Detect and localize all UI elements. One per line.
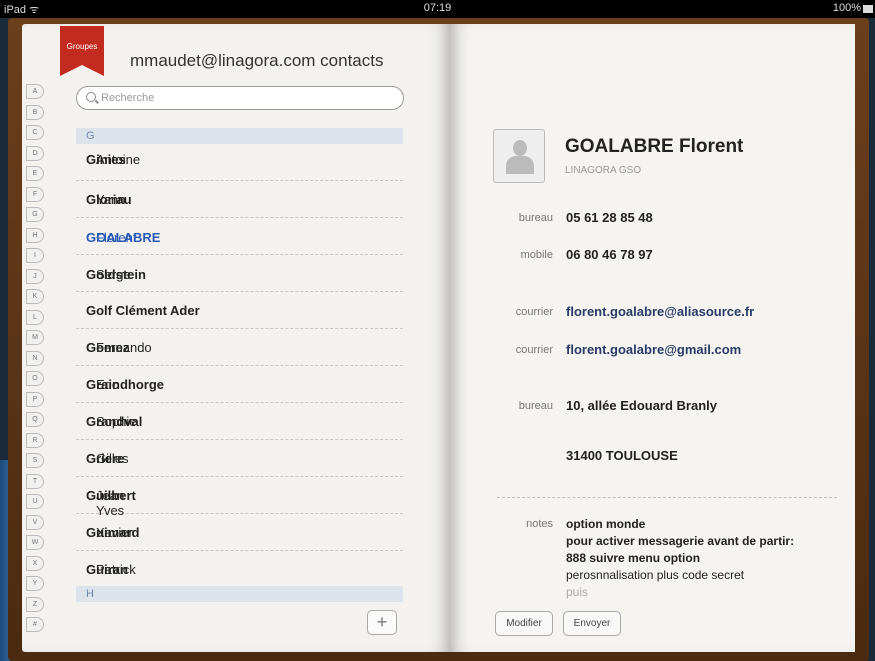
search-icon (86, 92, 96, 102)
index-letter[interactable]: M (26, 330, 44, 345)
alphabet-index[interactable]: A B C D E F G H I J K L M N O P Q R S T U V W X Y Z # (26, 84, 50, 644)
index-letter[interactable]: E (26, 166, 44, 181)
phone-value[interactable]: 05 61 28 85 48 (566, 210, 653, 225)
list-item[interactable]: Graindhorge Eric (76, 366, 403, 403)
index-letter[interactable]: V (26, 514, 44, 530)
index-letter[interactable]: O (26, 371, 44, 386)
index-letter[interactable]: Q (26, 412, 44, 427)
email-value[interactable]: florent.goalabre@aliasource.fr (566, 304, 754, 319)
index-letter[interactable]: A (26, 84, 44, 99)
list-item-selected[interactable]: GOALABRE Florent (76, 218, 403, 255)
index-letter[interactable]: B (26, 104, 44, 120)
field-label: courrier (515, 344, 553, 356)
list-item[interactable]: Golf Clément Ader (76, 292, 403, 329)
search-placeholder: Recherche (101, 92, 155, 104)
add-contact-button[interactable]: + (367, 610, 397, 635)
person-icon (513, 140, 527, 156)
index-letter[interactable]: K (26, 289, 44, 304)
index-letter[interactable]: S (26, 453, 44, 468)
status-bar: iPad ᯤ 07:19 100% (0, 0, 875, 18)
mobile-value[interactable]: 06 80 46 78 97 (566, 247, 653, 262)
index-letter[interactable]: P (26, 391, 44, 407)
field-label: bureau (518, 212, 553, 224)
email-value[interactable]: florent.goalabre@gmail.com (566, 342, 741, 357)
list-item[interactable]: Gomez Fernando (76, 329, 403, 366)
notes-text: option monde pour activer messagerie ava… (566, 517, 795, 599)
address-city[interactable]: 31400 TOULOUSE (566, 448, 678, 463)
index-letter[interactable]: Z (26, 596, 44, 612)
clock: 07:19 (423, 2, 452, 14)
index-letter[interactable]: T (26, 473, 44, 489)
index-letter[interactable]: U (26, 494, 44, 509)
index-letter[interactable]: I (26, 248, 44, 263)
list-item[interactable]: Guilbert Jean Yves (76, 477, 403, 518)
list-item[interactable]: Grandval Sophie (76, 403, 403, 440)
divider (497, 497, 837, 498)
field-label: bureau (518, 400, 553, 412)
list-item[interactable]: Guiran Patrick (76, 551, 403, 588)
avatar (493, 129, 545, 183)
index-letter[interactable]: J (26, 268, 44, 284)
index-letter[interactable]: # (26, 617, 44, 632)
send-button[interactable]: Envoyer (563, 611, 621, 636)
contact-company: LINAGORA GSO (565, 165, 642, 176)
index-letter[interactable]: F (26, 186, 44, 202)
index-letter[interactable]: G (26, 207, 44, 222)
contacts-title: mmaudet@linagora.com contacts (130, 51, 384, 70)
battery-percent: 100% (832, 2, 861, 14)
index-letter[interactable]: H (26, 227, 44, 243)
address-street[interactable]: 10, allée Edouard Branly (566, 398, 717, 413)
index-letter[interactable]: L (26, 309, 44, 325)
list-item[interactable]: Guimard Xavier (76, 514, 403, 551)
index-letter[interactable]: Y (26, 576, 44, 591)
list-item[interactable]: Goldstein Serge (76, 255, 403, 292)
notes-label: notes (526, 518, 553, 530)
battery-icon (863, 5, 873, 13)
search-input[interactable]: Recherche (76, 86, 404, 110)
index-letter[interactable]: R (26, 432, 44, 448)
list-item[interactable]: Gloriau Yann (76, 181, 403, 218)
edit-button[interactable]: Modifier (495, 611, 553, 636)
contact-name: GOALABRE Florent (565, 136, 744, 157)
section-header: G (76, 128, 403, 144)
list-item[interactable]: Ginies Antoine (76, 144, 403, 181)
index-letter[interactable]: X (26, 555, 44, 571)
list-item[interactable]: Griere Gilles (76, 440, 403, 477)
index-letter[interactable]: D (26, 145, 44, 161)
index-letter[interactable]: W (26, 535, 44, 550)
contacts-list: G Ginies Antoine Gloriau Yann GOALABRE F… (76, 128, 403, 602)
index-letter[interactable]: N (26, 350, 44, 366)
field-label: courrier (515, 306, 553, 318)
field-label: mobile (520, 249, 553, 261)
section-header: H (76, 586, 403, 602)
index-letter[interactable]: C (26, 125, 44, 140)
